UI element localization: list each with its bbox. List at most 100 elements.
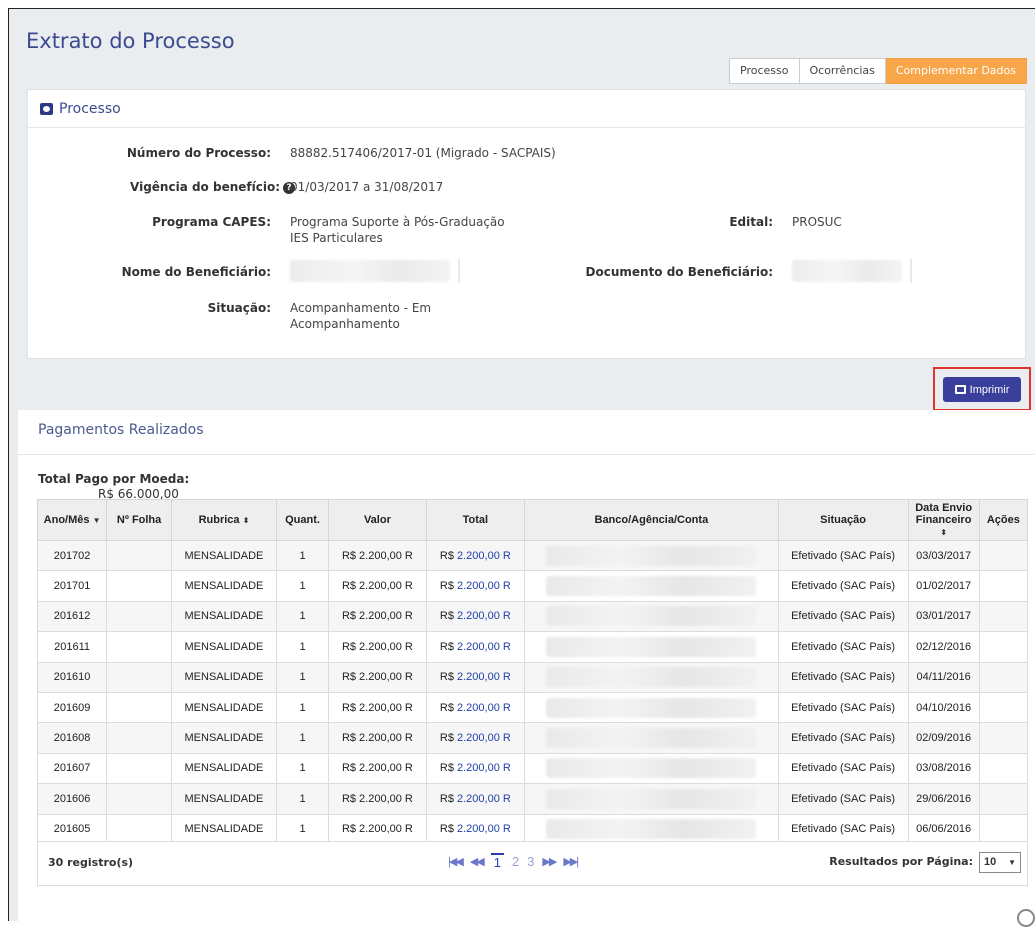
per-page-select[interactable]: 10 ▼ — [979, 852, 1021, 873]
total-label: Total Pago por Moeda: — [38, 472, 190, 486]
cell-quant: 1 — [275, 813, 330, 845]
cell-situacao: Efetivado (SAC País) — [777, 600, 909, 633]
cell-data-envio: 06/06/2016 — [907, 813, 980, 845]
numero-label: Número do Processo: — [126, 146, 271, 160]
total-currency: R$ — [439, 671, 454, 684]
sort-desc-icon: ▼ — [92, 516, 101, 525]
cell-valor: R$ 2.200,00 R — [328, 661, 427, 693]
per-page-value: 10 — [984, 856, 997, 868]
cell-folha — [106, 752, 173, 785]
beneficiario-value-redacted — [290, 260, 450, 282]
bank-account-redacted — [546, 788, 757, 809]
cell-situacao: Efetivado (SAC País) — [777, 570, 909, 602]
cell-data-envio: 03/01/2017 — [907, 600, 980, 633]
tab-complementar-dados[interactable]: Complementar Dados — [885, 58, 1027, 84]
cell-banco — [524, 600, 779, 633]
col-ano-mes[interactable]: Ano/Mês ▼ — [36, 499, 108, 541]
cell-rubrica: MENSALIDADE — [171, 691, 277, 724]
cell-ano-mes: 201605 — [36, 813, 108, 845]
cell-acoes — [978, 813, 1029, 845]
table-row: 201609 MENSALIDADE 1 R$ 2.200,00 R R$ 2.200,… — [36, 691, 1029, 724]
cell-total: R$ 2.200,00 R — [425, 722, 526, 754]
next-page-icon[interactable]: ▶▶ — [542, 855, 557, 868]
col-data-envio[interactable]: Data Envio Financeiro ⬍ — [907, 499, 980, 541]
cell-rubrica: MENSALIDADE — [171, 539, 277, 572]
table-row: 201607 MENSALIDADE 1 R$ 2.200,00 R R$ 2.200,… — [36, 752, 1029, 785]
cell-valor: R$ 2.200,00 R — [328, 600, 427, 633]
divider — [910, 259, 912, 283]
total-amount: 2.200,00 R — [457, 610, 511, 623]
table-row: 201605 MENSALIDADE 1 R$ 2.200,00 R R$ 2.200,… — [36, 813, 1029, 845]
cell-total: R$ 2.200,00 R — [425, 661, 526, 693]
cell-banco — [524, 783, 779, 815]
cell-ano-mes: 201612 — [36, 600, 108, 633]
cell-situacao: Efetivado (SAC País) — [777, 631, 909, 663]
cell-data-envio: 04/11/2016 — [907, 661, 980, 693]
cell-acoes — [978, 691, 1029, 724]
per-page-label: Resultados por Página: — [829, 855, 973, 868]
print-button[interactable]: Imprimir — [943, 377, 1021, 402]
total-currency: R$ — [439, 580, 454, 593]
total-currency: R$ — [439, 549, 454, 562]
bank-account-redacted — [546, 576, 757, 597]
cell-quant: 1 — [275, 691, 330, 724]
cell-folha — [106, 570, 173, 602]
cell-quant: 1 — [275, 752, 330, 785]
cell-acoes — [978, 539, 1029, 572]
page-link[interactable]: 3 — [527, 854, 534, 869]
process-icon — [40, 102, 53, 115]
cell-data-envio: 03/03/2017 — [907, 539, 980, 572]
help-circle-icon[interactable] — [1017, 909, 1035, 927]
bank-account-redacted — [546, 728, 757, 749]
cell-banco — [524, 813, 779, 845]
cell-data-envio: 02/12/2016 — [907, 631, 980, 663]
cell-rubrica: MENSALIDADE — [171, 600, 277, 633]
cell-folha — [106, 813, 173, 845]
col-rubrica[interactable]: Rubrica ⬍ — [171, 499, 277, 541]
cell-situacao: Efetivado (SAC País) — [777, 539, 909, 572]
pagamentos-panel: Pagamentos Realizados Total Pago por Moe… — [18, 410, 1035, 927]
cell-banco — [524, 661, 779, 693]
total-currency: R$ — [439, 701, 454, 714]
page-link[interactable]: 2 — [512, 854, 519, 869]
edital-label: Edital: — [729, 215, 773, 229]
first-page-icon[interactable]: |◀◀ — [448, 855, 464, 868]
cell-situacao: Efetivado (SAC País) — [777, 783, 909, 815]
col-total: Total — [425, 499, 526, 541]
cell-valor: R$ 2.200,00 R — [328, 752, 427, 785]
cell-valor: R$ 2.200,00 R — [328, 539, 427, 572]
cell-acoes — [978, 722, 1029, 754]
page-link-current[interactable]: 1 — [490, 853, 504, 870]
cell-total: R$ 2.200,00 R — [425, 691, 526, 724]
total-amount: 2.200,00 R — [457, 823, 511, 836]
prev-page-icon[interactable]: ◀◀ — [470, 855, 485, 868]
cell-rubrica: MENSALIDADE — [171, 813, 277, 845]
bank-account-redacted — [546, 758, 757, 779]
vigencia-label-wrap: Vigência do benefício:? — [68, 180, 295, 194]
tab-ocorrencias[interactable]: Ocorrências — [799, 58, 886, 84]
table-row: 201606 MENSALIDADE 1 R$ 2.200,00 R R$ 2.200,… — [36, 783, 1029, 815]
sort-icon: ⬍ — [940, 528, 947, 537]
vigencia-value: 01/03/2017 a 31/08/2017 — [290, 180, 444, 194]
cell-rubrica: MENSALIDADE — [171, 722, 277, 754]
col-data-envio-label: Data Envio — [915, 502, 973, 514]
divider — [18, 454, 1035, 455]
tab-processo[interactable]: Processo — [729, 58, 800, 84]
cell-total: R$ 2.200,00 R — [425, 783, 526, 815]
cell-folha — [106, 783, 173, 815]
col-ano-mes-label: Ano/Mês — [43, 514, 90, 526]
table-row: 201611 MENSALIDADE 1 R$ 2.200,00 R R$ 2.200,… — [36, 631, 1029, 663]
payments-table: Ano/Mês ▼ Nº Folha Rubrica ⬍ Quant. Valo… — [36, 499, 1029, 845]
cell-ano-mes: 201607 — [36, 752, 108, 785]
total-amount: 2.200,00 R — [457, 549, 511, 562]
cell-data-envio: 01/02/2017 — [907, 570, 980, 602]
total-currency: R$ — [439, 792, 454, 805]
programa-label: Programa CAPES: — [152, 215, 271, 229]
cell-folha — [106, 661, 173, 693]
last-page-icon[interactable]: ▶▶| — [563, 855, 579, 868]
cell-folha — [106, 691, 173, 724]
bank-account-redacted — [546, 819, 757, 840]
cell-acoes — [978, 570, 1029, 602]
cell-valor: R$ 2.200,00 R — [328, 783, 427, 815]
cell-ano-mes: 201701 — [36, 570, 108, 602]
